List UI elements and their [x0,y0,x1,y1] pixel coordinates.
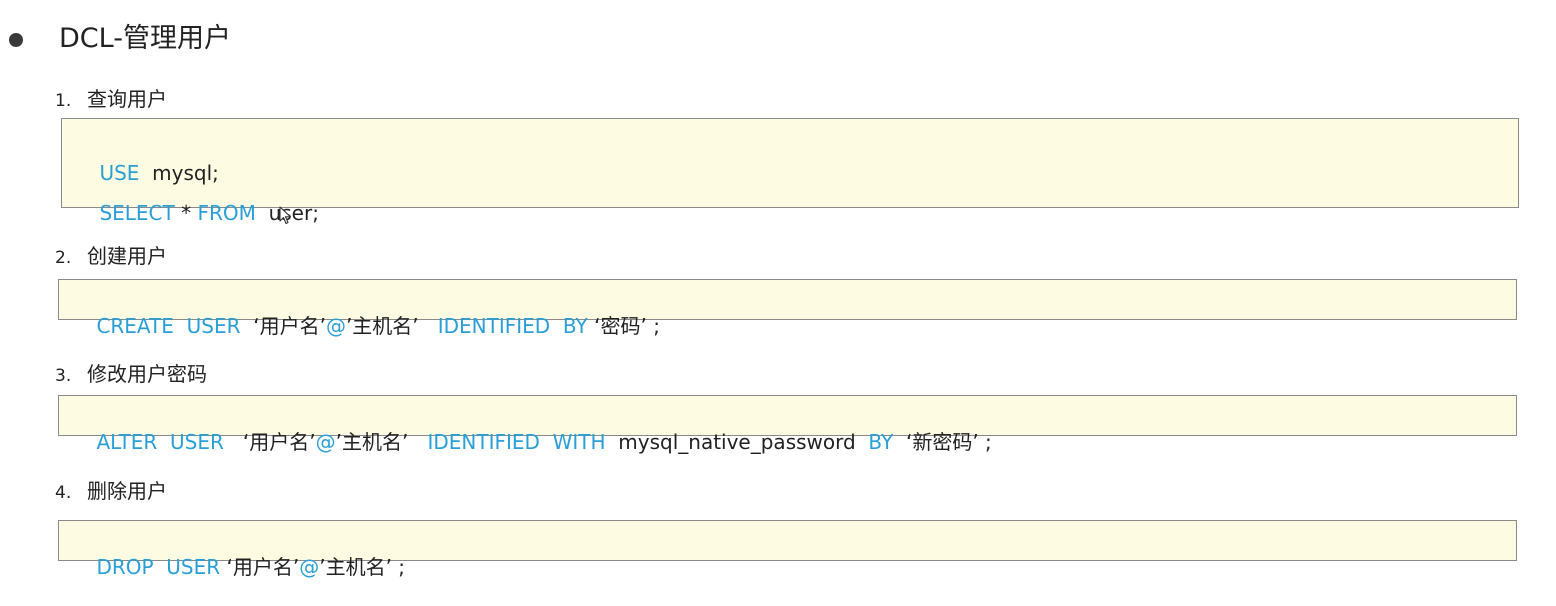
code-keyword: ALTER [96,430,158,454]
code-text: ’主机名’ ; [319,555,406,579]
code-keyword: DROP [96,555,154,579]
step-title: 删除用户 [87,479,167,503]
step-number: 2. [55,248,72,268]
bullet-icon [9,33,23,47]
step-title: 创建用户 [87,244,167,268]
code-line: ALTER USER ‘用户名’@’主机名’ IDENTIFIED WITH m… [71,403,992,481]
mouse-cursor-icon [279,206,292,225]
code-block: ALTER USER ‘用户名’@’主机名’ IDENTIFIED WITH m… [58,395,1517,454]
step-heading: 2. 创建用户 [55,243,167,271]
code-text: mysql_native_password [605,430,869,454]
code-keyword: USER [166,555,221,579]
step-title: 修改用户密码 [87,362,207,386]
code-text: ‘用户名’ [240,314,326,338]
code-keyword: CREATE [96,314,174,338]
code-keyword: IDENTIFIED [437,314,551,338]
step-number: 3. [55,366,72,386]
code-line: DROP USER ‘用户名’@’主机名’ ; [71,528,405,606]
code-keyword: BY [868,430,894,454]
step-heading: 3. 修改用户密码 [55,361,207,389]
code-text: ’主机名’ [345,314,438,338]
code-line: CREATE USER ‘用户名’@’主机名’ IDENTIFIED BY ‘密… [71,287,660,365]
code-keyword: WITH [552,430,606,454]
step-heading: 4. 删除用户 [55,478,167,506]
step-title: 查询用户 [87,87,167,111]
code-keyword: @ [299,555,320,579]
code-text: * [174,201,198,225]
code-text: ‘密码’ ; [587,314,660,338]
code-text: ‘新密码’ ; [893,430,992,454]
code-text: ‘用户名’ [220,555,300,579]
step-number: 4. [55,483,72,503]
code-keyword: BY [562,314,588,338]
code-keyword: FROM [197,201,256,225]
step-heading: 1. 查询用户 [55,86,167,114]
code-text: ’主机名’ [335,430,428,454]
code-keyword: @ [315,430,336,454]
code-keyword: USER [186,314,241,338]
code-block: USE mysql; SELECT * FROM user; [61,118,1519,225]
code-keyword: IDENTIFIED [427,430,540,454]
code-block: DROP USER ‘用户名’@’主机名’ ; [58,520,1517,579]
code-text: ‘用户名’ [223,430,316,454]
page-title: DCL-管理用户 [59,23,231,54]
code-block: CREATE USER ‘用户名’@’主机名’ IDENTIFIED BY ‘密… [58,279,1517,338]
code-keyword: SELECT [99,201,175,225]
code-keyword: USER [169,430,224,454]
code-keyword: @ [325,314,346,338]
step-number: 1. [55,91,72,111]
